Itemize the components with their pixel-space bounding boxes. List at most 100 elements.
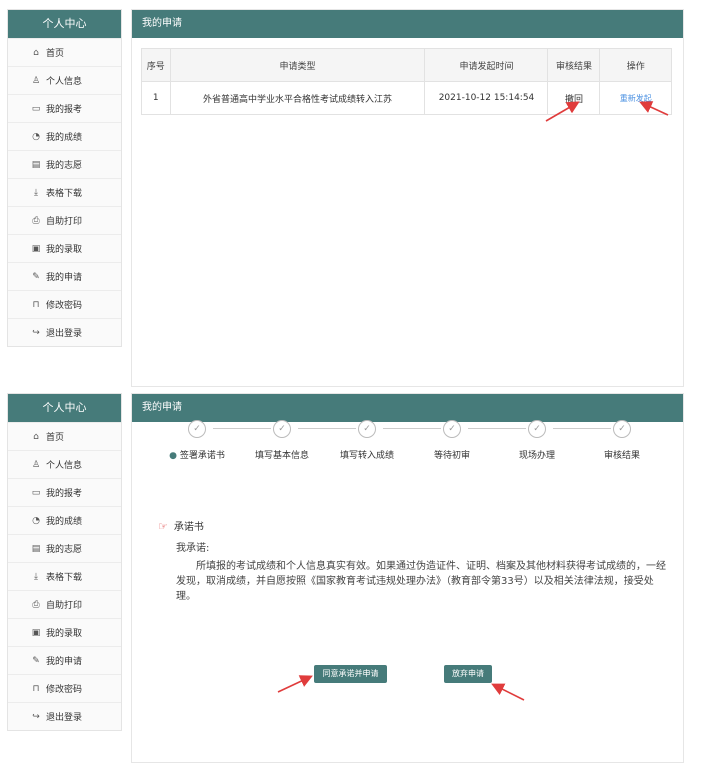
sidebar-item-label: 个人信息 — [46, 461, 83, 471]
sidebar-item-scores[interactable]: ◔ 我的成绩 — [8, 506, 121, 534]
step-6: ✓ 审核结果 — [577, 420, 667, 461]
sidebar-item-profile[interactable]: ♙ 个人信息 — [8, 66, 121, 94]
sidebar-item-label: 自助打印 — [46, 601, 83, 611]
lock-icon: ⊓ — [32, 683, 40, 694]
sidebar-item-registration[interactable]: ▭ 我的报考 — [8, 478, 121, 506]
logout-icon: ↪ — [32, 327, 40, 338]
cell-number: 1 — [141, 81, 171, 115]
sidebar-item-label: 我的报考 — [46, 489, 83, 499]
step-3: ✓ 填写转入成绩 — [322, 420, 412, 461]
sidebar-item-print[interactable]: ⎙ 自助打印 — [8, 590, 121, 618]
sidebar-item-label: 我的申请 — [46, 273, 83, 283]
check-icon: ✓ — [273, 420, 291, 438]
sidebar-item-print[interactable]: ⎙ 自助打印 — [8, 206, 121, 234]
sidebar-item-password[interactable]: ⊓ 修改密码 — [8, 674, 121, 702]
progress-steps: ✓ ● 签署承诺书 ✓ 填写基本信息 ✓ 填写转入成绩 ✓ 等待初审 ✓ 现场办… — [152, 420, 652, 470]
sidebar-item-label: 首页 — [46, 433, 65, 443]
sidebar-item-downloads[interactable]: ⤓ 表格下载 — [8, 562, 121, 590]
sidebar-item-label: 修改密码 — [46, 685, 83, 695]
sidebar-item-label: 退出登录 — [46, 329, 83, 339]
sidebar-item-applications[interactable]: ✎ 我的申请 — [8, 646, 121, 674]
step-label: 现场办理 — [518, 451, 555, 461]
chart-icon: ◔ — [32, 515, 40, 526]
sidebar-item-label: 我的志愿 — [46, 161, 83, 171]
step-label: 审核结果 — [603, 451, 640, 461]
user-icon: ♙ — [31, 75, 41, 86]
sidebar-item-label: 我的录取 — [46, 629, 83, 639]
sidebar-item-preferences[interactable]: ▤ 我的志愿 — [8, 150, 121, 178]
sidebar-item-label: 我的录取 — [46, 245, 83, 255]
column-header: 申请类型 — [169, 48, 426, 82]
pledge-title-text: 承诺书 — [173, 522, 204, 533]
table-row: 1 外省普通高中学业水平合格性考试成绩转入江苏 2021-10-12 15:14… — [141, 81, 672, 115]
sidebar-item-label: 表格下载 — [46, 189, 83, 199]
sidebar-title: 个人中心 — [8, 394, 121, 422]
download-icon: ⤓ — [34, 187, 38, 198]
calendar-icon: ▣ — [31, 243, 41, 254]
cropped-top-text — [0, 0, 707, 6]
sidebar-item-label: 我的成绩 — [46, 133, 83, 143]
column-header: 审核结果 — [547, 48, 601, 82]
check-icon: ✓ — [358, 420, 376, 438]
abandon-application-button[interactable]: 放弃申请 — [444, 665, 492, 683]
page-title: 我的申请 — [132, 394, 683, 422]
sidebar-item-downloads[interactable]: ⤓ 表格下载 — [8, 178, 121, 206]
id-card-icon: ▭ — [31, 487, 41, 498]
step-label: 填写基本信息 — [254, 451, 309, 461]
step-label: 签署承诺书 — [179, 451, 225, 461]
sidebar-item-profile[interactable]: ♙ 个人信息 — [8, 450, 121, 478]
sidebar-item-admission[interactable]: ▣ 我的录取 — [8, 618, 121, 646]
home-icon: ⌂ — [33, 431, 39, 442]
sidebar-item-label: 我的报考 — [46, 105, 83, 115]
sidebar-item-label: 退出登录 — [46, 713, 83, 723]
sidebar-item-admission[interactable]: ▣ 我的录取 — [8, 234, 121, 262]
resubmit-link[interactable]: 重新发起 — [620, 94, 652, 103]
sidebar-item-home[interactable]: ⌂ 首页 — [8, 38, 121, 66]
main-panel-top: 我的申请 序号 申请类型 申请发起时间 审核结果 操作 1 外省普通高中学业水平… — [131, 9, 684, 387]
agree-and-apply-button[interactable]: 同意承诺并申请 — [314, 665, 387, 683]
sidebar-title: 个人中心 — [8, 10, 121, 38]
sidebar-item-scores[interactable]: ◔ 我的成绩 — [8, 122, 121, 150]
step-4: ✓ 等待初审 — [407, 420, 497, 461]
cell-time: 2021-10-12 15:14:54 — [424, 81, 549, 115]
step-1: ✓ ● 签署承诺书 — [152, 420, 242, 461]
sidebar-item-label: 我的成绩 — [46, 517, 83, 527]
applications-table: 序号 申请类型 申请发起时间 审核结果 操作 1 外省普通高中学业水平合格性考试… — [141, 48, 672, 115]
step-label: 填写转入成绩 — [339, 451, 394, 461]
sidebar-item-home[interactable]: ⌂ 首页 — [8, 422, 121, 450]
pledge-body: 所填报的考试成绩和个人信息真实有效。如果通过伪造证件、证明、档案及其他材料获得考… — [176, 561, 666, 602]
home-icon: ⌂ — [33, 47, 39, 58]
sidebar-item-label: 修改密码 — [46, 301, 83, 311]
document-icon: ▤ — [31, 543, 41, 554]
sidebar-item-label: 自助打印 — [46, 217, 83, 227]
sidebar-item-password[interactable]: ⊓ 修改密码 — [8, 290, 121, 318]
sidebar-item-label: 首页 — [46, 49, 65, 59]
id-card-icon: ▭ — [31, 103, 41, 114]
check-icon: ✓ — [188, 420, 206, 438]
sidebar-item-applications[interactable]: ✎ 我的申请 — [8, 262, 121, 290]
check-icon: ✓ — [443, 420, 461, 438]
sidebar-item-label: 我的志愿 — [46, 545, 83, 555]
pointing-hand-icon: ☞ — [158, 520, 168, 533]
calendar-icon: ▣ — [31, 627, 41, 638]
cell-result: 撤回 — [547, 81, 601, 115]
user-icon: ♙ — [31, 459, 41, 470]
sidebar-item-registration[interactable]: ▭ 我的报考 — [8, 94, 121, 122]
check-icon: ✓ — [613, 420, 631, 438]
step-2: ✓ 填写基本信息 — [237, 420, 327, 461]
column-header: 申请发起时间 — [424, 48, 549, 82]
main-panel-bottom: 我的申请 ✓ ● 签署承诺书 ✓ 填写基本信息 ✓ 填写转入成绩 ✓ 等待初审 … — [131, 393, 684, 763]
lock-icon: ⊓ — [32, 299, 40, 310]
sidebar-top: 个人中心 ⌂ 首页 ♙ 个人信息 ▭ 我的报考 ◔ 我的成绩 ▤ 我的志愿 ⤓ 表格下载 ⎙… — [7, 9, 122, 347]
column-header: 序号 — [141, 48, 171, 82]
sidebar-item-preferences[interactable]: ▤ 我的志愿 — [8, 534, 121, 562]
sidebar-item-label: 表格下载 — [46, 573, 83, 583]
cell-action: 重新发起 — [599, 81, 672, 115]
sidebar-item-label: 个人信息 — [46, 77, 83, 87]
sidebar-item-logout[interactable]: ↪ 退出登录 — [8, 318, 121, 346]
sidebar-bottom: 个人中心 ⌂ 首页 ♙ 个人信息 ▭ 我的报考 ◔ 我的成绩 ▤ 我的志愿 ⤓ 表格下载 ⎙… — [7, 393, 122, 731]
step-5: ✓ 现场办理 — [492, 420, 582, 461]
sidebar-item-logout[interactable]: ↪ 退出登录 — [8, 702, 121, 730]
download-icon: ⤓ — [34, 571, 38, 582]
document-icon: ▤ — [31, 159, 41, 170]
